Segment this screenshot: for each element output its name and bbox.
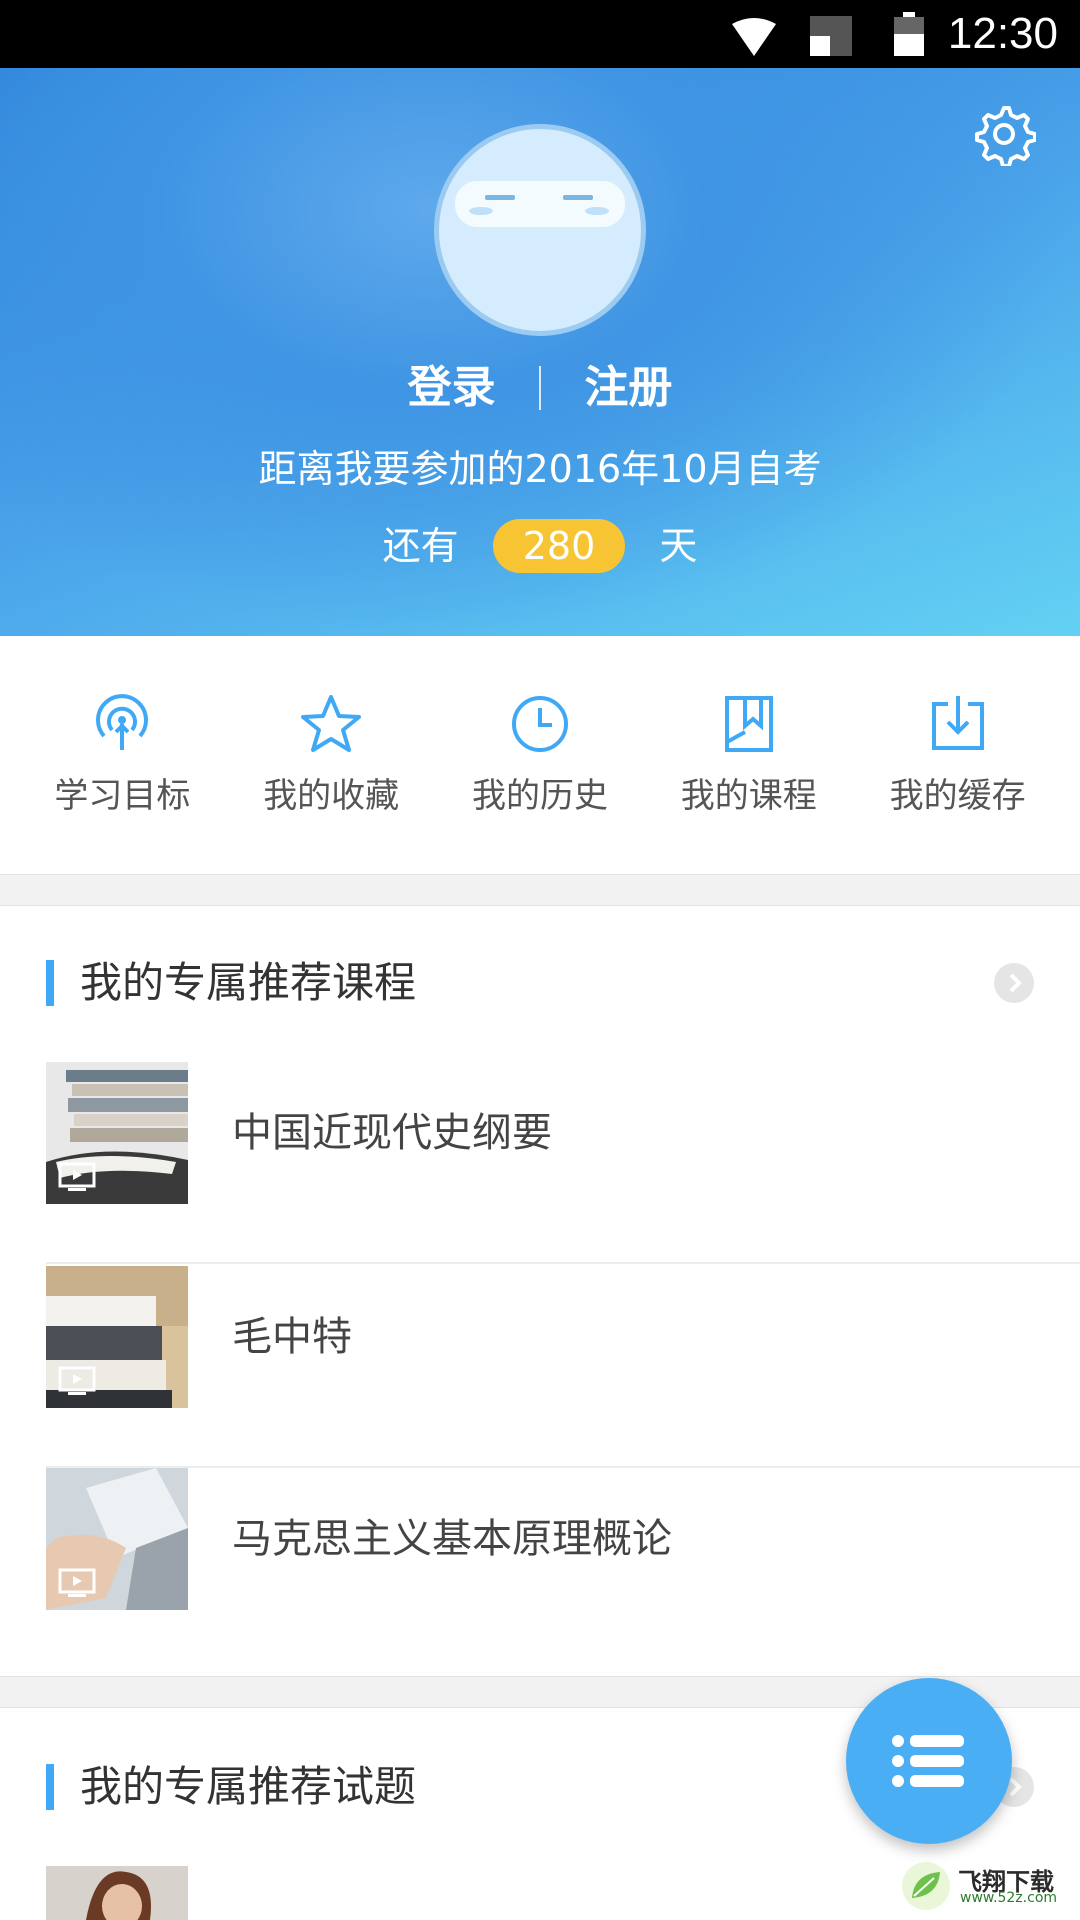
days-count-badge: 280	[492, 518, 626, 573]
star-icon	[301, 695, 362, 752]
status-time: 12:30	[947, 9, 1058, 58]
menu-fab-button[interactable]	[846, 1678, 1012, 1844]
avatar[interactable]	[434, 124, 646, 336]
course-thumbnail	[46, 1468, 188, 1610]
recommended-courses-title: 我的专属推荐课程	[46, 960, 416, 1006]
leaf-logo-icon	[902, 1862, 950, 1910]
exam-target-text: 距离我要参加的2016年10月自考	[258, 447, 822, 491]
recommended-questions-title: 我的专属推荐试题	[46, 1764, 416, 1810]
course-thumbnail	[46, 1266, 188, 1408]
auth-divider	[539, 366, 541, 410]
auth-links: 登录 注册	[0, 358, 1080, 416]
menu-study-goal[interactable]: 学习目标	[22, 636, 222, 874]
menu-label: 我的课程	[680, 776, 817, 816]
course-title: 中国近现代史纲要	[232, 1110, 552, 1156]
menu-label: 学习目标	[54, 776, 191, 816]
site-watermark: 飞翔下载 www.52z.com	[900, 1860, 1070, 1912]
menu-label: 我的缓存	[889, 776, 1026, 816]
menu-label: 我的收藏	[263, 776, 400, 816]
status-bar: 12:30	[0, 0, 1080, 68]
course-row[interactable]: 毛中特	[46, 1266, 1080, 1468]
menu-favorites[interactable]: 我的收藏	[231, 636, 431, 874]
course-thumbnail	[46, 1062, 188, 1204]
menu-history[interactable]: 我的历史	[440, 636, 640, 874]
battery-icon	[894, 12, 924, 56]
list-icon	[892, 1735, 964, 1787]
avatar-face-icon	[455, 181, 625, 227]
settings-gear-icon[interactable]	[972, 102, 1036, 166]
course-row[interactable]: 中国近现代史纲要	[46, 1062, 1080, 1264]
clock-icon	[511, 696, 568, 752]
target-broadcast-icon	[96, 694, 149, 750]
download-icon	[931, 696, 984, 750]
section-divider	[0, 874, 1080, 906]
menu-my-courses[interactable]: 我的课程	[649, 636, 849, 874]
register-link[interactable]: 注册	[584, 360, 672, 416]
cell-signal-icon	[810, 16, 852, 56]
wifi-icon	[732, 18, 776, 56]
video-play-icon	[58, 1366, 96, 1395]
menu-label: 我的历史	[471, 776, 608, 816]
watermark-url: www.52z.com	[960, 1890, 1058, 1906]
quick-menu: 学习目标 我的收藏 我的历史 我的课程 我的缓存	[0, 636, 1080, 874]
course-title: 马克思主义基本原理概论	[232, 1516, 672, 1562]
days-suffix: 天	[659, 523, 698, 568]
login-link[interactable]: 登录	[408, 360, 496, 416]
question-thumbnail[interactable]	[46, 1866, 188, 1920]
chevron-right-icon	[1009, 973, 1022, 993]
course-row[interactable]: 马克思主义基本原理概论	[46, 1468, 1080, 1670]
video-play-icon	[58, 1568, 96, 1597]
course-title: 毛中特	[232, 1314, 352, 1360]
courses-more-button[interactable]	[994, 963, 1034, 1003]
profile-header: 登录 注册 距离我要参加的2016年10月自考 还有 280 天	[0, 68, 1080, 636]
days-prefix: 还有	[382, 523, 459, 568]
bookmark-book-icon	[724, 696, 773, 752]
video-play-icon	[58, 1162, 96, 1191]
menu-cache[interactable]: 我的缓存	[858, 636, 1058, 874]
days-remaining: 还有 280 天	[0, 516, 1080, 573]
